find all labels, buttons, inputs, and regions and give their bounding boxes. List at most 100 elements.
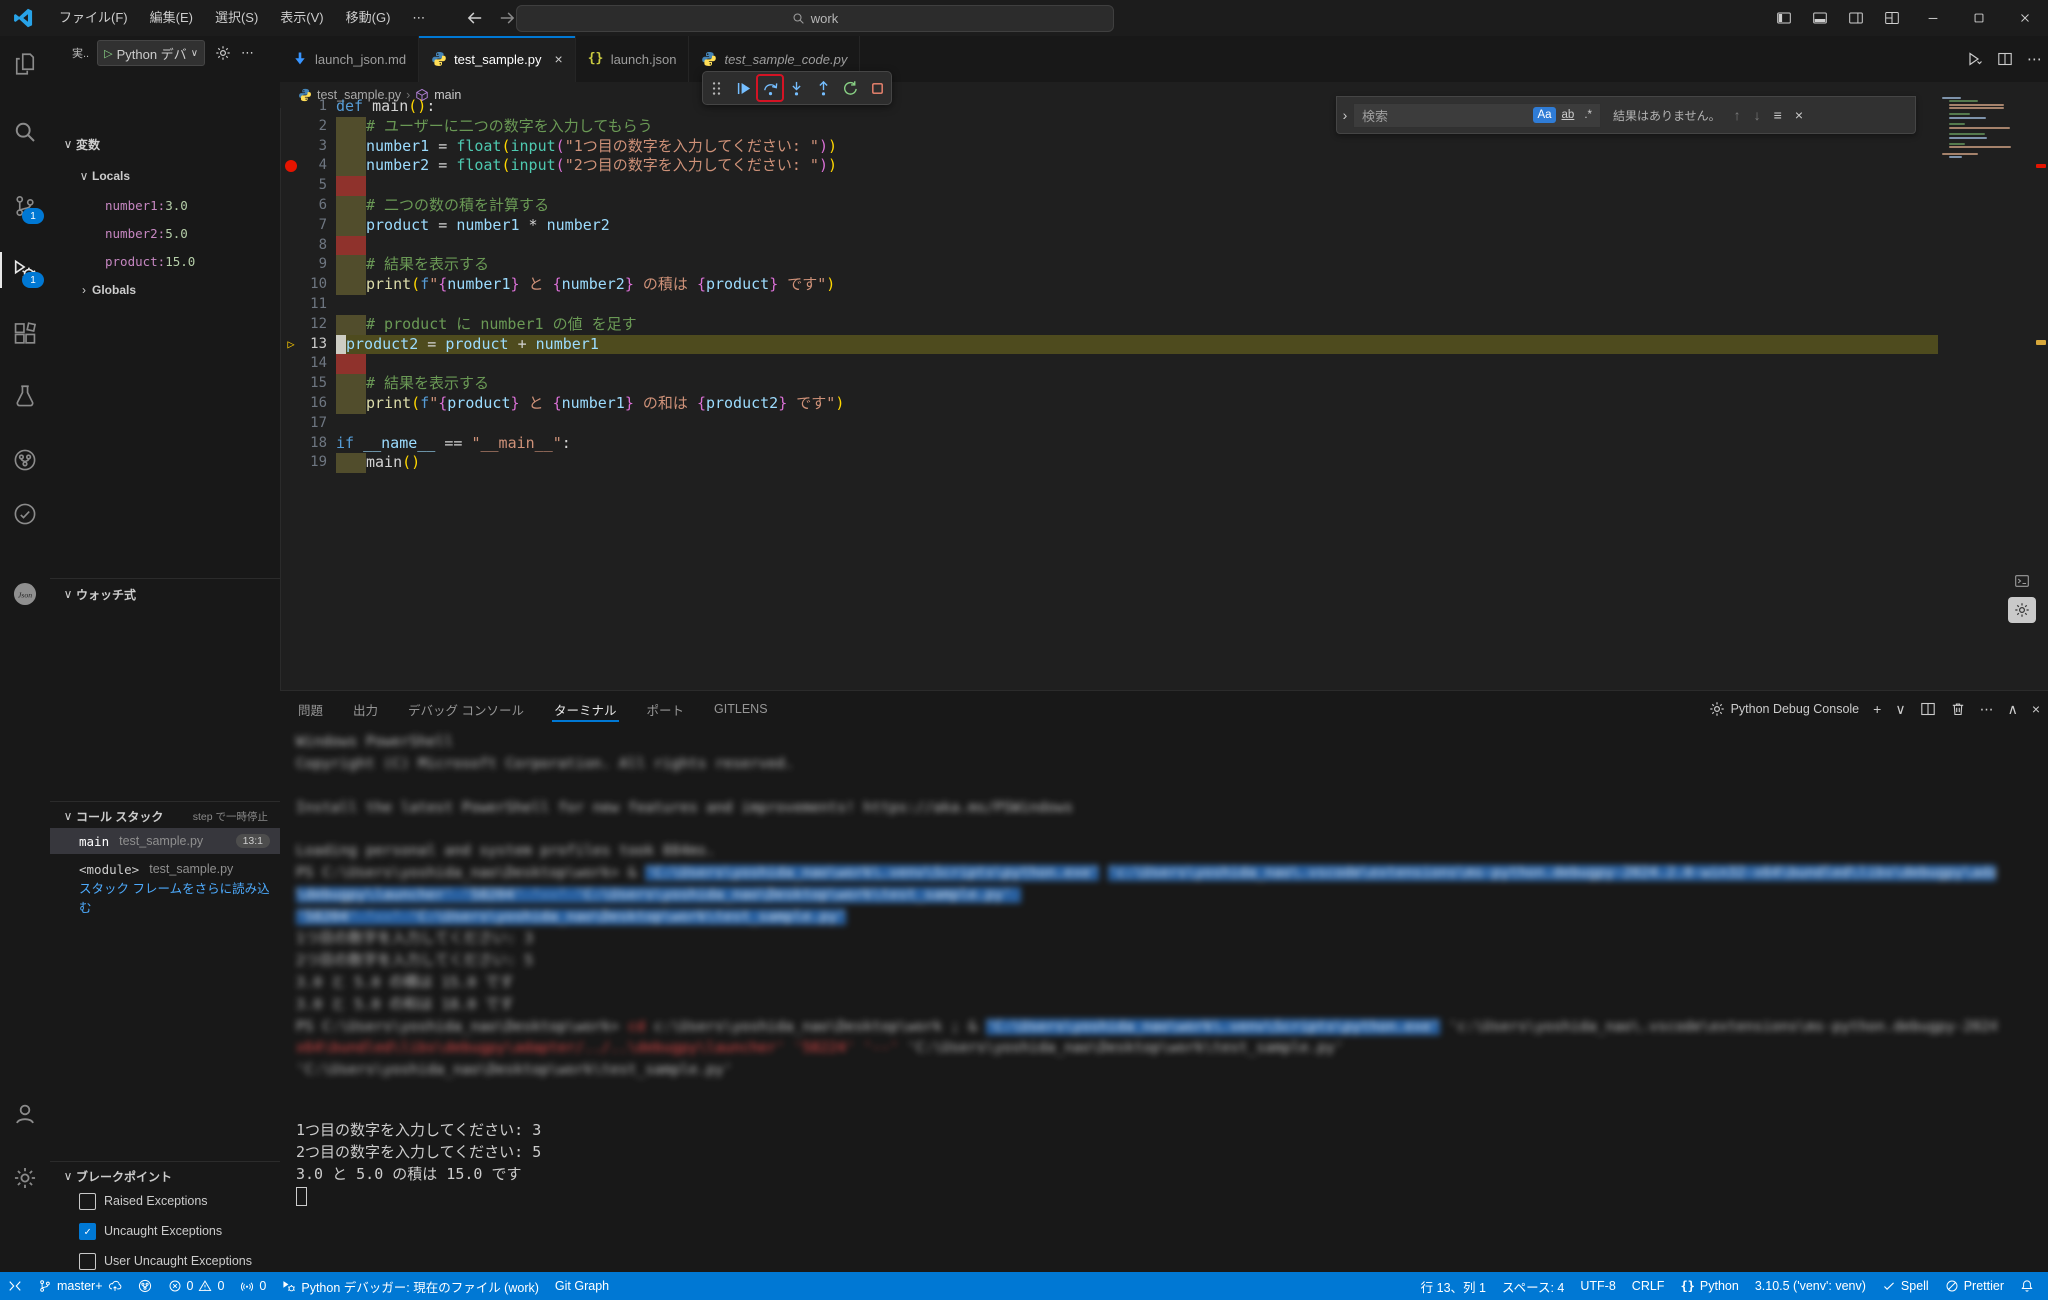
- callstack-section-header[interactable]: ∨ コール スタック step で一時停止: [50, 804, 280, 828]
- code-line-15[interactable]: 15# 結果を表示する: [280, 374, 1938, 394]
- activity-explorer[interactable]: [0, 44, 50, 84]
- terminal-output[interactable]: 1つ目の数字を入力してください: 32つ目の数字を入力してください: 53.0 …: [296, 1119, 541, 1207]
- breakpoint-row-0[interactable]: Raised Exceptions: [50, 1188, 280, 1214]
- nav-back-icon[interactable]: [466, 9, 484, 27]
- activity-python-env[interactable]: [0, 494, 50, 534]
- panel-tab-出力[interactable]: 出力: [351, 691, 380, 728]
- find-in-selection-icon[interactable]: ≡: [1774, 107, 1782, 123]
- debug-restart-button[interactable]: [839, 76, 863, 100]
- activity-settings[interactable]: [0, 1158, 50, 1198]
- debug-continue-button[interactable]: [731, 76, 755, 100]
- breakpoint-glyph[interactable]: [280, 156, 302, 176]
- menu-item-3[interactable]: 表示(V): [269, 0, 334, 36]
- tab-test_sample.py[interactable]: test_sample.py×: [419, 36, 576, 82]
- menu-item-0[interactable]: ファイル(F): [48, 0, 139, 36]
- breakpoint-row-2[interactable]: User Uncaught Exceptions: [50, 1248, 280, 1274]
- status-encoding[interactable]: UTF-8: [1572, 1272, 1623, 1300]
- terminal-dropdown-icon[interactable]: ∨: [1895, 701, 1905, 718]
- code-line-7[interactable]: 7product = number1 * number2: [280, 216, 1938, 236]
- panel-tab-ターミナル[interactable]: ターミナル: [552, 691, 619, 728]
- close-panel-icon[interactable]: ×: [2032, 701, 2040, 717]
- code-line-17[interactable]: 17: [280, 414, 1938, 434]
- terminal-instance-label[interactable]: Python Debug Console: [1709, 701, 1860, 717]
- debug-stop-button[interactable]: [865, 76, 889, 100]
- find-query[interactable]: 検索: [1362, 106, 1531, 125]
- find-previous-icon[interactable]: ↑: [1734, 107, 1741, 123]
- gear-icon[interactable]: [215, 45, 231, 61]
- breakpoint-row-1[interactable]: ✓Uncaught Exceptions: [50, 1218, 280, 1244]
- find-input[interactable]: 検索 Aa ab .*: [1353, 103, 1601, 128]
- nav-forward-icon[interactable]: [498, 9, 516, 27]
- panel-tab-GITLENS[interactable]: GITLENS: [712, 693, 770, 725]
- variable-row-product[interactable]: product: 15.0: [50, 248, 280, 274]
- status-language-mode[interactable]: {}Python: [1672, 1272, 1746, 1300]
- code-line-19[interactable]: 19main(): [280, 453, 1938, 473]
- panel-tab-ポート[interactable]: ポート: [645, 691, 687, 728]
- customize-layout-icon[interactable]: [1884, 10, 1900, 26]
- activity-source-control[interactable]: 1: [0, 186, 50, 226]
- find-close-icon[interactable]: ×: [1795, 107, 1803, 123]
- terminal-powershell-item[interactable]: [2008, 568, 2036, 594]
- terminal-debug-console-item[interactable]: [2008, 597, 2036, 623]
- activity-accounts[interactable]: [0, 1094, 50, 1134]
- tab-launch.json[interactable]: {}launch.json: [576, 36, 690, 82]
- code-line-18[interactable]: 18if __name__ == "__main__":: [280, 434, 1938, 454]
- status-problems[interactable]: 00: [160, 1272, 233, 1300]
- toggle-secondary-sidebar-icon[interactable]: [1848, 10, 1864, 26]
- code-line-14[interactable]: 14: [280, 354, 1938, 374]
- debug-step-into-button[interactable]: [785, 76, 809, 100]
- activity-search[interactable]: [0, 112, 50, 152]
- close-icon[interactable]: ×: [555, 51, 563, 67]
- checkbox[interactable]: [79, 1253, 96, 1270]
- status-remote[interactable]: [0, 1272, 30, 1300]
- code-line-10[interactable]: 10print(f"{number1} と {number2} の積は {pro…: [280, 275, 1938, 295]
- menu-item-2[interactable]: 選択(S): [204, 0, 269, 36]
- code-line-12[interactable]: 12# product に number1 の値 を足す: [280, 315, 1938, 335]
- debug-config-dropdown[interactable]: ▷ Python デバ ∨: [97, 40, 205, 66]
- new-terminal-icon[interactable]: +: [1873, 701, 1881, 717]
- panel-tab-問題[interactable]: 問題: [296, 691, 325, 728]
- activity-testing[interactable]: [0, 376, 50, 416]
- status-python-interpreter[interactable]: 3.10.5 ('venv': venv): [1747, 1272, 1874, 1300]
- status-spell[interactable]: Spell: [1874, 1272, 1937, 1300]
- run-python-file-icon[interactable]: [1967, 51, 1983, 67]
- command-center-search[interactable]: work: [516, 5, 1114, 32]
- menu-more[interactable]: ⋯: [401, 0, 436, 36]
- window-close-button[interactable]: [2002, 0, 2048, 36]
- match-case-toggle[interactable]: Aa: [1533, 107, 1555, 123]
- status-indentation[interactable]: スペース: 4: [1494, 1272, 1572, 1300]
- checkbox[interactable]: [79, 1193, 96, 1210]
- activity-json-ext[interactable]: Json: [0, 574, 50, 614]
- activity-git-graph[interactable]: [0, 440, 50, 480]
- status-git-branch[interactable]: master+: [30, 1272, 130, 1300]
- whole-word-toggle[interactable]: ab: [1558, 107, 1579, 123]
- minimap[interactable]: [1942, 97, 2032, 160]
- panel-tab-デバッグ コンソール[interactable]: デバッグ コンソール: [406, 691, 526, 728]
- checkbox[interactable]: ✓: [79, 1223, 96, 1240]
- editor-more-actions-icon[interactable]: ⋯: [2027, 50, 2042, 68]
- debug-drag-handle-button[interactable]: [704, 76, 728, 100]
- tab-launch_json.md[interactable]: launch_json.md: [280, 36, 419, 82]
- locals-group[interactable]: ∨ Locals: [50, 164, 280, 188]
- split-terminal-icon[interactable]: [1920, 701, 1936, 717]
- toggle-panel-icon[interactable]: [1812, 10, 1828, 26]
- code-line-9[interactable]: 9# 結果を表示する: [280, 255, 1938, 275]
- code-line-13[interactable]: ▷13product2 = product + number1: [280, 335, 1938, 355]
- toggle-primary-sidebar-icon[interactable]: [1776, 10, 1792, 26]
- watch-section-header[interactable]: ∨ ウォッチ式: [50, 582, 280, 606]
- stack-frame-module[interactable]: <module>test_sample.py: [50, 856, 280, 882]
- code-line-4[interactable]: 4number2 = float(input("2つ目の数字を入力してください:…: [280, 156, 1938, 176]
- code-line-16[interactable]: 16print(f"{product} と {number1} の和は {pro…: [280, 394, 1938, 414]
- status-git-graph-action[interactable]: [130, 1272, 160, 1300]
- breakpoints-section-header[interactable]: ∨ ブレークポイント: [50, 1164, 280, 1188]
- activity-run-and-debug[interactable]: 1: [0, 250, 50, 290]
- debug-step-over-button[interactable]: [758, 76, 782, 100]
- code-line-8[interactable]: 8: [280, 236, 1938, 256]
- current-line-arrow[interactable]: ▷: [280, 335, 302, 355]
- debug-step-out-button[interactable]: [812, 76, 836, 100]
- activity-extensions[interactable]: [0, 314, 50, 354]
- regex-toggle[interactable]: .*: [1580, 107, 1596, 123]
- code-line-5[interactable]: 5: [280, 176, 1938, 196]
- status-prettier[interactable]: Prettier: [1937, 1272, 2012, 1300]
- status-ports[interactable]: 0: [232, 1272, 274, 1300]
